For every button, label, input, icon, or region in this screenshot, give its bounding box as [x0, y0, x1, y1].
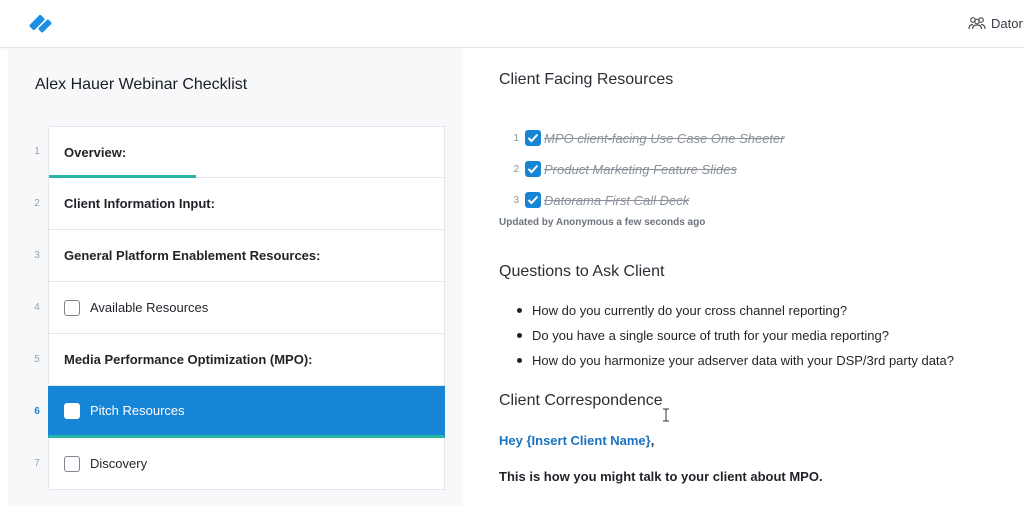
task-card[interactable]: Client Information Input:	[48, 178, 445, 230]
checkmark-icon	[527, 164, 539, 174]
task-list: 1 Overview: 2 Client Information Input: …	[8, 126, 463, 490]
checked-checkbox[interactable]	[525, 192, 541, 208]
checked-checkbox[interactable]	[525, 130, 541, 146]
subtask-number: 2	[513, 164, 519, 175]
task-label: Discovery	[90, 456, 148, 471]
subtask-number: 1	[513, 133, 519, 144]
task-card-selected[interactable]: Pitch Resources	[48, 386, 445, 438]
checkmark-icon	[527, 133, 539, 143]
task-label: Client Information Input:	[64, 196, 215, 211]
checklist-sidebar: Alex Hauer Webinar Checklist 1 Overview:…	[8, 48, 463, 506]
task-row-general-platform-enablement[interactable]: 3 General Platform Enablement Resources:	[8, 230, 463, 282]
list-item: Do you have a single source of truth for…	[499, 323, 1019, 348]
subtask-label: Datorama First Call Deck	[544, 193, 690, 208]
client-name-variable: Hey {Insert Client Name}	[499, 433, 651, 448]
correspondence-body: This is how you might talk to your clien…	[499, 469, 823, 484]
process-street-logo-icon[interactable]	[27, 9, 55, 37]
task-checkbox[interactable]	[64, 299, 80, 316]
task-number: 5	[34, 354, 40, 365]
list-item: How do you currently do your cross chann…	[499, 298, 1019, 323]
task-card[interactable]: Media Performance Optimization (MPO):	[48, 334, 445, 386]
task-row-discovery[interactable]: 7 Discovery	[8, 438, 463, 490]
task-number: 1	[34, 146, 40, 157]
client-correspondence-heading: Client Correspondence	[499, 392, 663, 409]
text-cursor-icon	[663, 408, 669, 422]
task-content: Client Facing Resources 1 MPO client-fac…	[463, 48, 1024, 506]
task-row-overview[interactable]: 1 Overview:	[8, 126, 463, 178]
task-label: Pitch Resources	[90, 403, 185, 418]
subtask-list: 1 MPO client-facing Use Case One Sheeter…	[499, 123, 979, 216]
task-label: Media Performance Optimization (MPO):	[64, 352, 313, 367]
task-row-pitch-resources[interactable]: 6 Pitch Resources	[8, 386, 463, 438]
subtask-label: Product Marketing Feature Slides	[544, 162, 737, 177]
questions-list: How do you currently do your cross chann…	[499, 298, 1019, 373]
list-item: How do you harmonize your adserver data …	[499, 348, 1019, 373]
task-number: 4	[34, 302, 40, 313]
task-card[interactable]: Discovery	[48, 438, 445, 490]
task-label: Available Resources	[90, 300, 209, 315]
task-number: 2	[34, 198, 40, 209]
team-link[interactable]: Dator	[968, 14, 1023, 32]
users-icon	[968, 17, 986, 30]
task-card[interactable]: Overview:	[48, 126, 445, 178]
subtask-label: MPO client-facing Use Case One Sheeter	[544, 131, 785, 146]
greeting-text: Hey {Insert Client Name},	[499, 433, 654, 448]
task-checkbox[interactable]	[64, 455, 80, 472]
task-label: General Platform Enablement Resources:	[64, 248, 321, 263]
task-number: 6	[34, 406, 40, 417]
subtask-item[interactable]: 1 MPO client-facing Use Case One Sheeter	[499, 123, 979, 154]
subtask-number: 3	[513, 195, 519, 206]
greeting-comma: ,	[650, 433, 655, 448]
task-number: 7	[34, 458, 40, 469]
task-number: 3	[34, 250, 40, 261]
task-label: Overview:	[64, 144, 127, 160]
checkmark-icon	[527, 195, 539, 205]
task-card[interactable]: General Platform Enablement Resources:	[48, 230, 445, 282]
checked-checkbox[interactable]	[525, 161, 541, 177]
client-facing-resources-heading: Client Facing Resources	[499, 71, 674, 88]
team-label: Dator	[991, 15, 1023, 31]
updated-status: Updated by Anonymous a few seconds ago	[499, 217, 706, 228]
task-card[interactable]: Available Resources	[48, 282, 445, 334]
top-bar: Dator	[0, 0, 1024, 48]
task-row-client-information-input[interactable]: 2 Client Information Input:	[8, 178, 463, 230]
task-row-media-performance-optimization[interactable]: 5 Media Performance Optimization (MPO):	[8, 334, 463, 386]
questions-heading: Questions to Ask Client	[499, 263, 665, 280]
subtask-item[interactable]: 3 Datorama First Call Deck	[499, 185, 979, 216]
task-checkbox[interactable]	[64, 402, 80, 419]
subtask-item[interactable]: 2 Product Marketing Feature Slides	[499, 154, 979, 185]
checklist-title: Alex Hauer Webinar Checklist	[35, 76, 248, 93]
task-row-available-resources[interactable]: 4 Available Resources	[8, 282, 463, 334]
